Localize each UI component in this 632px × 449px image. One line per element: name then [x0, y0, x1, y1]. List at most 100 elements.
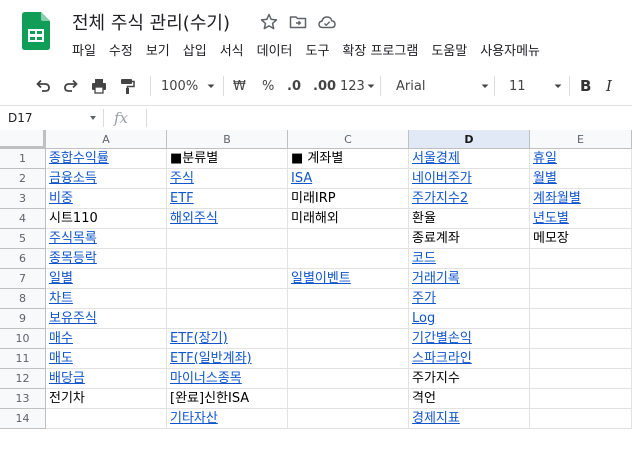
currency-format-button[interactable]: ₩ — [233, 72, 246, 100]
sheet-link-cell[interactable]: 종합수익률 — [46, 149, 167, 169]
cloud-saved-icon[interactable] — [317, 12, 337, 32]
star-icon[interactable] — [259, 12, 279, 32]
menu-tools[interactable]: 도구 — [306, 40, 330, 60]
zoom-select[interactable]: 100% — [161, 72, 218, 100]
cell[interactable] — [288, 409, 409, 429]
row-header-12[interactable]: 12 — [0, 369, 46, 389]
sheet-link-cell[interactable]: 코드 — [409, 249, 530, 269]
bold-button[interactable]: B — [580, 72, 591, 100]
sheet-link-cell[interactable]: 계좌월별 — [530, 189, 632, 209]
select-all-corner[interactable] — [0, 130, 46, 149]
menu-custom[interactable]: 사용자메뉴 — [480, 40, 540, 60]
cell[interactable] — [530, 349, 632, 369]
sheet-link-cell[interactable]: 휴일 — [530, 149, 632, 169]
row-header-5[interactable]: 5 — [0, 229, 46, 249]
sheet-link-cell[interactable]: 일별이벤트 — [288, 269, 409, 289]
sheet-link-cell[interactable]: 주식 — [167, 169, 288, 189]
cell[interactable]: ■분류별 — [167, 149, 288, 169]
chevron-down-icon[interactable] — [90, 116, 96, 120]
cell[interactable] — [46, 409, 167, 429]
column-header-c[interactable]: C — [288, 130, 409, 149]
cell[interactable] — [288, 329, 409, 349]
sheet-link-cell[interactable]: 일별 — [46, 269, 167, 289]
cell[interactable] — [288, 309, 409, 329]
sheet-link-cell[interactable]: 스파크라인 — [409, 349, 530, 369]
undo-button[interactable] — [34, 72, 52, 100]
menu-file[interactable]: 파일 — [72, 40, 96, 60]
sheet-link-cell[interactable]: ETF(일반계좌) — [167, 349, 288, 369]
row-header-1[interactable]: 1 — [0, 149, 46, 169]
sheet-link-cell[interactable]: 네이버주가 — [409, 169, 530, 189]
sheet-link-cell[interactable]: 기간별손익 — [409, 329, 530, 349]
cell[interactable]: 주가지수 — [409, 369, 530, 389]
sheet-link-cell[interactable]: 비중 — [46, 189, 167, 209]
row-header-10[interactable]: 10 — [0, 329, 46, 349]
cell[interactable] — [530, 249, 632, 269]
cell[interactable]: 전기차 — [46, 389, 167, 409]
row-header-13[interactable]: 13 — [0, 389, 46, 409]
row-header-4[interactable]: 4 — [0, 209, 46, 229]
increase-decimal-button[interactable]: .00 — [313, 72, 336, 100]
sheet-link-cell[interactable]: 차트 — [46, 289, 167, 309]
cell[interactable] — [530, 369, 632, 389]
italic-button[interactable]: I — [606, 72, 612, 100]
cell[interactable]: 종료계좌 — [409, 229, 530, 249]
sheet-link-cell[interactable]: 마이너스종목 — [167, 369, 288, 389]
menu-view[interactable]: 보기 — [146, 40, 170, 60]
sheet-link-cell[interactable]: 주식목록 — [46, 229, 167, 249]
cell[interactable] — [530, 409, 632, 429]
sheet-link-cell[interactable]: ETF — [167, 189, 288, 209]
cell[interactable] — [167, 269, 288, 289]
cell[interactable] — [530, 389, 632, 409]
cell[interactable] — [167, 249, 288, 269]
percent-format-button[interactable]: % — [262, 72, 274, 100]
cell[interactable]: 환율 — [409, 209, 530, 229]
row-header-3[interactable]: 3 — [0, 189, 46, 209]
cell[interactable]: 격언 — [409, 389, 530, 409]
menu-data[interactable]: 데이터 — [257, 40, 293, 60]
menu-edit[interactable]: 수정 — [109, 40, 133, 60]
cell[interactable] — [167, 289, 288, 309]
sheet-link-cell[interactable]: Log — [409, 309, 530, 329]
cell[interactable] — [530, 289, 632, 309]
paint-format-button[interactable] — [118, 72, 136, 100]
row-header-9[interactable]: 9 — [0, 309, 46, 329]
cell[interactable]: 미래IRP — [288, 189, 409, 209]
menu-insert[interactable]: 삽입 — [183, 40, 207, 60]
sheet-link-cell[interactable]: 년도별 — [530, 209, 632, 229]
move-to-folder-icon[interactable] — [288, 12, 308, 32]
sheet-link-cell[interactable]: 경제지표 — [409, 409, 530, 429]
menu-extensions[interactable]: 확장 프로그램 — [342, 40, 418, 60]
menu-format[interactable]: 서식 — [220, 40, 244, 60]
redo-button[interactable] — [62, 72, 80, 100]
row-header-11[interactable]: 11 — [0, 349, 46, 369]
cell[interactable]: ■ 계좌별 — [288, 149, 409, 169]
sheet-link-cell[interactable]: ETF(장기) — [167, 329, 288, 349]
column-header-e[interactable]: E — [530, 130, 632, 149]
font-select[interactable]: Arial — [396, 72, 496, 100]
sheet-link-cell[interactable]: 거래기록 — [409, 269, 530, 289]
row-header-2[interactable]: 2 — [0, 169, 46, 189]
column-header-a[interactable]: A — [46, 130, 167, 149]
sheet-link-cell[interactable]: 월별 — [530, 169, 632, 189]
sheet-link-cell[interactable]: 금융소득 — [46, 169, 167, 189]
sheet-link-cell[interactable]: 기타자산 — [167, 409, 288, 429]
row-header-8[interactable]: 8 — [0, 289, 46, 309]
menu-help[interactable]: 도움말 — [431, 40, 467, 60]
row-header-7[interactable]: 7 — [0, 269, 46, 289]
sheet-link-cell[interactable]: 배당금 — [46, 369, 167, 389]
sheet-link-cell[interactable]: ISA — [288, 169, 409, 189]
cell[interactable] — [530, 269, 632, 289]
cell[interactable] — [530, 309, 632, 329]
name-box[interactable]: D17 — [8, 106, 33, 130]
row-header-14[interactable]: 14 — [0, 409, 46, 429]
cell[interactable] — [530, 329, 632, 349]
sheet-link-cell[interactable]: 해외주식 — [167, 209, 288, 229]
cell[interactable] — [288, 349, 409, 369]
cell[interactable] — [288, 229, 409, 249]
decrease-decimal-button[interactable]: .0 — [287, 72, 301, 100]
column-header-d[interactable]: D — [409, 130, 530, 149]
cell[interactable] — [167, 229, 288, 249]
cell[interactable] — [288, 249, 409, 269]
sheet-link-cell[interactable]: 서울경제 — [409, 149, 530, 169]
